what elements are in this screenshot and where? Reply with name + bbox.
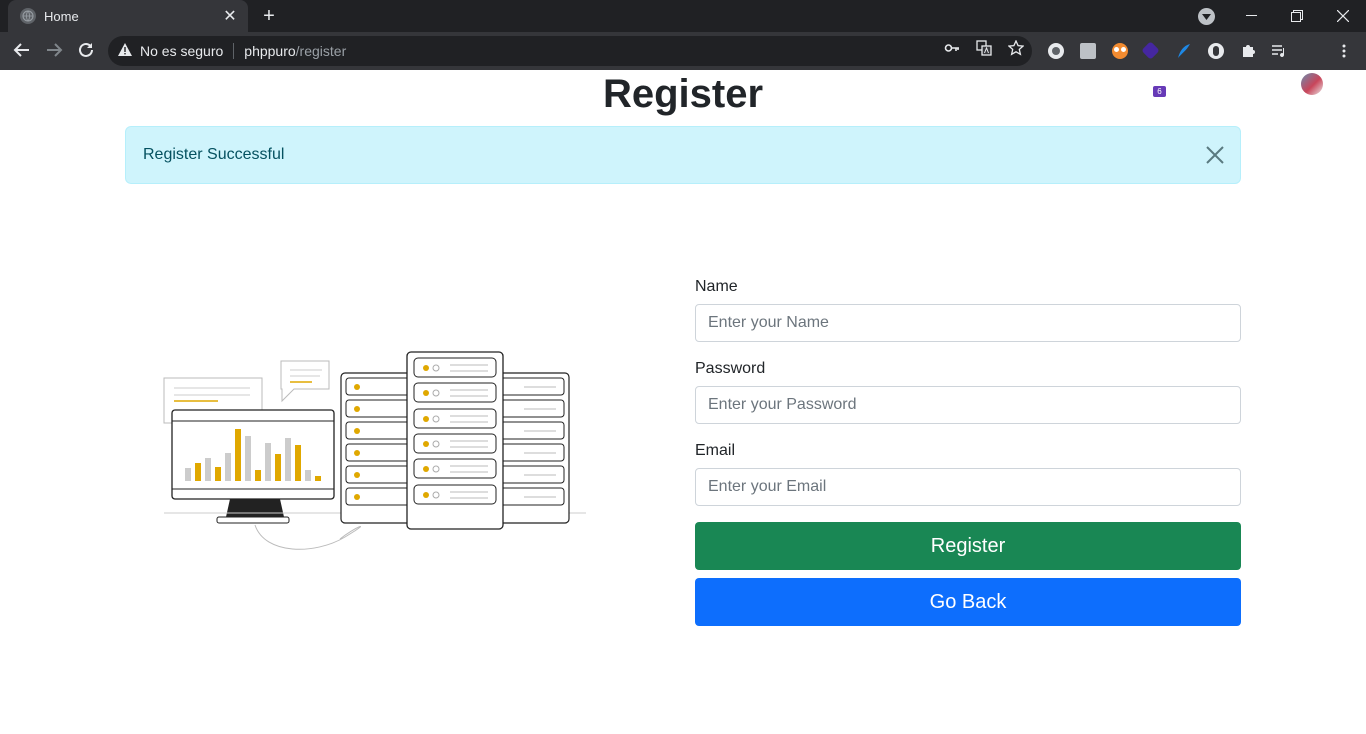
- warning-icon[interactable]: [118, 43, 132, 59]
- page-title: Register: [602, 72, 764, 116]
- email-field: Email: [695, 442, 1241, 506]
- browser-tab-bar: Home ✕ +: [0, 0, 1366, 32]
- forward-arrow-icon[interactable]: [44, 41, 64, 61]
- url-host: phppuro: [244, 43, 296, 59]
- back-arrow-icon[interactable]: [12, 41, 32, 61]
- extension-owl-icon[interactable]: [1112, 43, 1128, 59]
- password-input[interactable]: [695, 386, 1241, 424]
- name-field: Name: [695, 278, 1241, 342]
- browser-tab[interactable]: Home ✕: [8, 0, 248, 32]
- name-input[interactable]: [695, 304, 1241, 342]
- translate-icon[interactable]: [976, 40, 992, 56]
- email-input[interactable]: [695, 468, 1241, 506]
- tab-search-icon[interactable]: [1198, 8, 1215, 25]
- browser-toolbar: No es seguro phppuro/register 6: [0, 32, 1366, 97]
- password-field: Password: [695, 360, 1241, 424]
- go-back-button[interactable]: Go Back: [695, 578, 1241, 626]
- password-label: Password: [695, 360, 766, 377]
- alert-message: Register Successful: [143, 146, 285, 163]
- url-path: /register: [295, 43, 347, 59]
- register-button[interactable]: Register: [695, 522, 1241, 570]
- alert-close-icon[interactable]: [1204, 144, 1226, 166]
- tab-title: Home: [44, 8, 79, 24]
- minimize-icon[interactable]: [1228, 0, 1274, 32]
- extension-feather-icon[interactable]: [1176, 43, 1192, 59]
- globe-icon: [20, 8, 36, 24]
- key-icon[interactable]: [944, 40, 960, 56]
- extension-diamond-icon[interactable]: [1141, 41, 1160, 60]
- success-alert: Register Successful: [125, 126, 1241, 184]
- address-separator: [233, 43, 235, 59]
- reading-list-icon[interactable]: [1271, 43, 1287, 59]
- email-label: Email: [695, 442, 736, 459]
- close-window-icon[interactable]: [1320, 0, 1366, 32]
- extension-cube-icon[interactable]: [1080, 43, 1096, 59]
- menu-dots-icon[interactable]: [1336, 43, 1352, 59]
- restore-icon[interactable]: [1274, 0, 1320, 32]
- tab-close-icon[interactable]: ✕: [222, 8, 238, 25]
- extension-round-icon[interactable]: [1208, 43, 1224, 59]
- register-form: Name Password Email Register Go Back: [695, 278, 1241, 626]
- security-label[interactable]: No es seguro: [140, 43, 223, 59]
- server-illustration: [150, 345, 590, 560]
- reload-icon[interactable]: [76, 41, 96, 61]
- extensions-puzzle-icon[interactable]: [1240, 43, 1256, 59]
- bookmark-star-icon[interactable]: [1007, 39, 1025, 56]
- name-label: Name: [695, 278, 738, 295]
- new-tab-button[interactable]: +: [258, 6, 280, 26]
- extension-circle-icon[interactable]: [1048, 43, 1064, 59]
- address-bar[interactable]: No es seguro phppuro/register: [108, 36, 1032, 66]
